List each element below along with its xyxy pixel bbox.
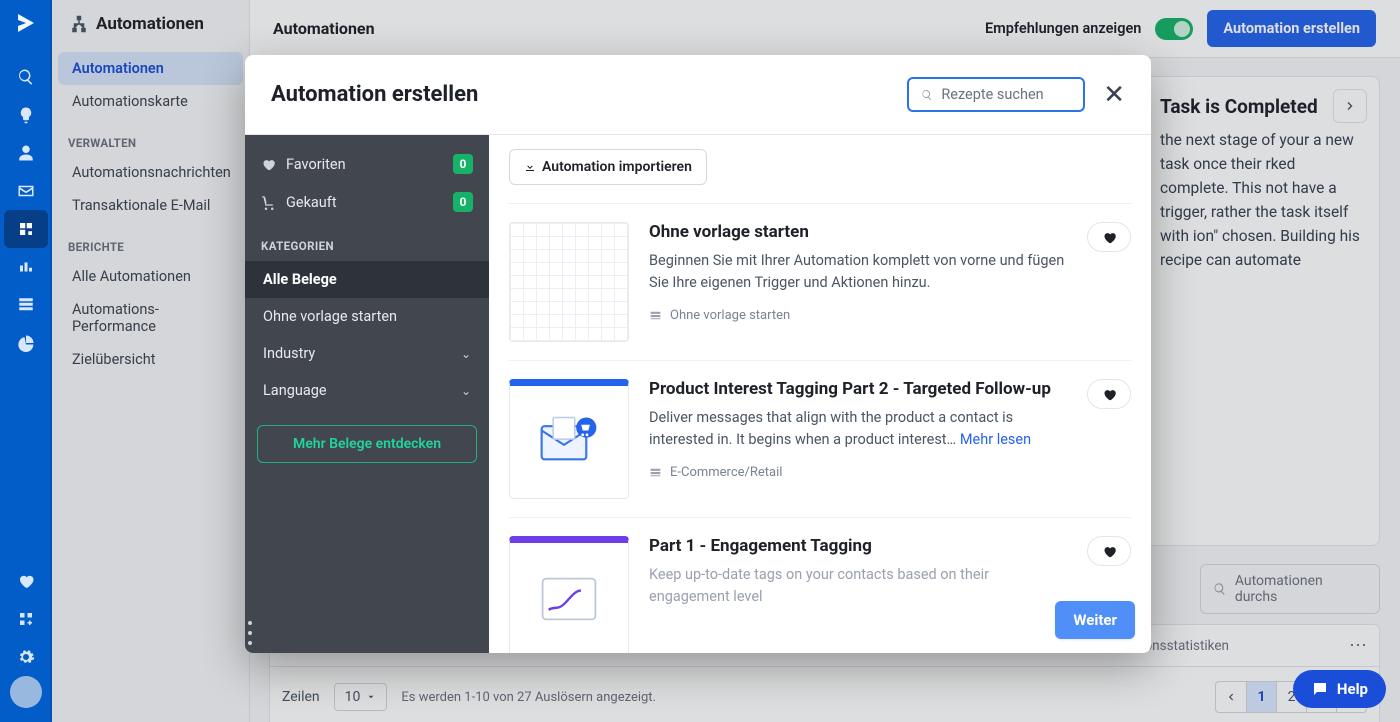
heart-icon[interactable] bbox=[4, 562, 48, 600]
cart-icon bbox=[261, 195, 276, 210]
search-icon bbox=[921, 88, 933, 102]
recipe-tag: E-Commerce/Retail bbox=[649, 465, 1067, 480]
favorites-label: Favoriten bbox=[286, 156, 346, 173]
gear-icon[interactable] bbox=[4, 638, 48, 676]
recipe-description: Deliver messages that align with the pro… bbox=[649, 407, 1067, 451]
heart-icon bbox=[261, 157, 276, 172]
recipe-item[interactable]: Ohne vorlage starten Beginnen Sie mit Ih… bbox=[509, 203, 1131, 360]
import-button-label: Automation importieren bbox=[542, 159, 692, 175]
modal-sidebar: Favoriten 0 Gekauft 0 KATEGORIEN Alle Be… bbox=[245, 135, 489, 653]
recipe-item[interactable]: Part 1 - Engagement Tagging Keep up-to-d… bbox=[509, 517, 1131, 653]
favorite-button[interactable] bbox=[1087, 536, 1131, 566]
category-industry-label: Industry bbox=[263, 345, 315, 362]
chevron-down-icon: ⌄ bbox=[461, 347, 471, 361]
heart-icon bbox=[1102, 544, 1117, 559]
favorites-count: 0 bbox=[453, 154, 473, 174]
create-automation-modal: Automation erstellen ✕ Favoriten 0 Gekau… bbox=[245, 55, 1151, 653]
recipe-thumbnail-engagement bbox=[509, 536, 629, 653]
download-icon bbox=[524, 161, 536, 173]
recipe-title: Product Interest Tagging Part 2 - Target… bbox=[649, 379, 1067, 399]
recipe-desc-text: Deliver messages that align with the pro… bbox=[649, 409, 1013, 448]
category-icon bbox=[649, 466, 662, 479]
deals-icon[interactable] bbox=[4, 248, 48, 286]
sidebar-favorites[interactable]: Favoriten 0 bbox=[245, 145, 489, 183]
avatar[interactable] bbox=[10, 676, 42, 708]
modal-header: Automation erstellen ✕ bbox=[245, 55, 1151, 135]
purchased-label: Gekauft bbox=[286, 194, 337, 211]
recipe-thumbnail-ecommerce bbox=[509, 379, 629, 499]
category-ohne-vorlage[interactable]: Ohne vorlage starten bbox=[245, 298, 489, 335]
recipe-search-input[interactable] bbox=[941, 86, 1071, 103]
heart-icon bbox=[1102, 387, 1117, 402]
categories-label: KATEGORIEN bbox=[245, 221, 489, 261]
continue-button[interactable]: Weiter bbox=[1055, 601, 1135, 639]
import-automation-button[interactable]: Automation importieren bbox=[509, 149, 707, 185]
reports-icon[interactable] bbox=[4, 286, 48, 324]
close-icon[interactable]: ✕ bbox=[1103, 82, 1125, 108]
category-alle-belege[interactable]: Alle Belege bbox=[245, 261, 489, 298]
purchased-count: 0 bbox=[453, 192, 473, 212]
icon-rail bbox=[0, 0, 52, 722]
activecampaign-logo bbox=[13, 10, 39, 36]
modal-title: Automation erstellen bbox=[271, 82, 478, 107]
recipe-description: Keep up-to-date tags on your contacts ba… bbox=[649, 564, 1067, 608]
recipe-title: Ohne vorlage starten bbox=[649, 222, 1067, 242]
envelope-cart-icon bbox=[533, 406, 605, 478]
recipe-thumbnail-blank bbox=[509, 222, 629, 342]
recipe-description: Beginnen Sie mit Ihrer Automation komple… bbox=[649, 250, 1067, 294]
category-icon bbox=[649, 309, 662, 322]
sidebar-purchased[interactable]: Gekauft 0 bbox=[245, 183, 489, 221]
category-language-label: Language bbox=[263, 382, 327, 399]
favorite-button[interactable] bbox=[1087, 379, 1131, 409]
favorite-button[interactable] bbox=[1087, 222, 1131, 252]
recipe-item[interactable]: Product Interest Tagging Part 2 - Target… bbox=[509, 360, 1131, 517]
automation-icon[interactable] bbox=[4, 210, 48, 248]
category-language[interactable]: Language ⌄ bbox=[245, 372, 489, 409]
contacts-icon[interactable] bbox=[4, 134, 48, 172]
recipe-tag-label: Ohne vorlage starten bbox=[670, 308, 790, 323]
chart-window-icon bbox=[539, 574, 599, 624]
category-industry[interactable]: Industry ⌄ bbox=[245, 335, 489, 372]
recipe-tag-label: E-Commerce/Retail bbox=[670, 465, 782, 480]
help-label: Help bbox=[1337, 680, 1368, 698]
help-button[interactable]: Help bbox=[1293, 670, 1386, 708]
heart-icon bbox=[1102, 230, 1117, 245]
read-more-link[interactable]: Mehr lesen bbox=[960, 431, 1031, 448]
search-icon[interactable] bbox=[4, 58, 48, 96]
lightbulb-icon[interactable] bbox=[4, 96, 48, 134]
envelope-icon[interactable] bbox=[4, 172, 48, 210]
apps-icon[interactable] bbox=[4, 600, 48, 638]
recipe-search[interactable] bbox=[907, 77, 1085, 112]
chevron-down-icon: ⌄ bbox=[461, 384, 471, 398]
modal-main: Automation importieren Ohne vorlage star… bbox=[489, 135, 1151, 653]
chat-icon bbox=[1311, 680, 1329, 698]
pie-icon[interactable] bbox=[4, 324, 48, 362]
recipe-title: Part 1 - Engagement Tagging bbox=[649, 536, 1067, 556]
discover-more-button[interactable]: Mehr Belege entdecken bbox=[257, 425, 477, 463]
recipe-tag: Ohne vorlage starten bbox=[649, 308, 1067, 323]
resize-handle[interactable] bbox=[248, 621, 258, 645]
